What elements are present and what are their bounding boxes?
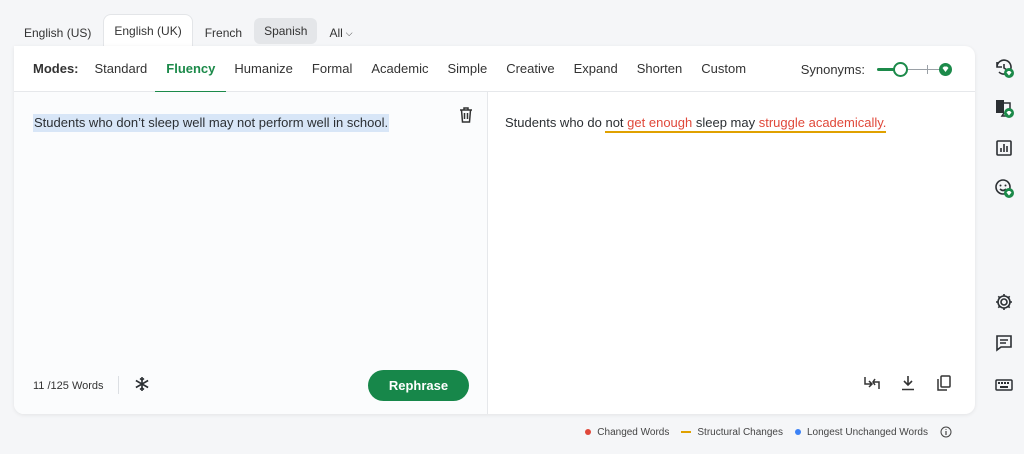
legend-label: Structural Changes: [697, 426, 783, 438]
output-actions: [863, 374, 953, 392]
synonyms-control: Synonyms:: [801, 46, 953, 92]
keyboard-icon[interactable]: [994, 375, 1014, 395]
rephrase-button[interactable]: Rephrase: [368, 370, 469, 401]
copy-icon[interactable]: [935, 374, 953, 392]
freeze-snowflake-icon[interactable]: [134, 376, 150, 392]
mode-simple[interactable]: Simple: [447, 46, 487, 92]
mode-fluency[interactable]: Fluency: [155, 46, 227, 93]
output-pane[interactable]: Students who do not get enough sleep may…: [489, 92, 975, 414]
legend-structural: Structural Changes: [681, 427, 783, 438]
premium-diamond-icon: [939, 63, 952, 76]
mode-academic[interactable]: Academic: [371, 46, 428, 92]
legend-changed: Changed Words: [585, 427, 669, 438]
output-segment: Students who do: [505, 115, 606, 130]
changed-word[interactable]: get enough: [627, 115, 692, 130]
modes-bar: Modes: Standard Fluency Humanize Formal …: [14, 46, 975, 93]
modes-label: Modes:: [33, 61, 79, 76]
translate-icon[interactable]: [994, 98, 1014, 118]
mode-humanize[interactable]: Humanize: [234, 46, 293, 92]
mode-shorten[interactable]: Shorten: [637, 46, 683, 92]
download-icon[interactable]: [899, 374, 917, 392]
input-pane[interactable]: Students who don’t sleep well may not pe…: [14, 92, 488, 414]
mode-expand[interactable]: Expand: [574, 46, 618, 92]
slider-tick: [927, 65, 928, 74]
legend-label: Longest Unchanged Words: [806, 426, 928, 438]
info-icon[interactable]: [940, 426, 952, 438]
blue-dot-icon: [794, 429, 801, 435]
paraphraser-card: Modes: Standard Fluency Humanize Formal …: [14, 46, 975, 414]
feedback-icon[interactable]: [994, 333, 1014, 353]
word-count: 11 /125 Words: [33, 380, 104, 392]
lang-tab-all[interactable]: All ⌵: [319, 19, 362, 47]
slider-thumb[interactable]: [893, 62, 908, 77]
compare-icon[interactable]: [863, 374, 881, 392]
structural-change-span: not get enough sleep may struggle academ…: [605, 115, 887, 133]
legend: Changed Words Structural Changes Longest…: [585, 426, 952, 438]
lang-tab-english-uk[interactable]: English (UK): [103, 14, 193, 47]
mode-custom[interactable]: Custom: [701, 46, 746, 92]
synonyms-slider[interactable]: [877, 61, 953, 77]
lang-all-label: All: [329, 26, 343, 40]
mode-standard[interactable]: Standard: [95, 46, 148, 92]
lang-tab-french[interactable]: French: [195, 19, 252, 47]
orange-dash-icon: [681, 431, 692, 433]
history-icon[interactable]: [994, 58, 1014, 78]
statistics-icon[interactable]: [994, 138, 1014, 158]
output-segment: not: [605, 115, 624, 130]
red-dot-icon: [585, 429, 592, 435]
mode-formal[interactable]: Formal: [312, 46, 352, 92]
synonyms-label: Synonyms:: [800, 61, 865, 77]
output-text[interactable]: Students who do not get enough sleep may…: [505, 114, 887, 133]
settings-icon[interactable]: [994, 292, 1014, 312]
divider: [118, 376, 119, 394]
output-segment: sleep may: [692, 115, 759, 130]
trash-icon[interactable]: [458, 106, 474, 124]
mode-creative[interactable]: Creative: [506, 46, 554, 92]
tone-icon[interactable]: [994, 178, 1014, 198]
changed-word[interactable]: struggle academically.: [759, 115, 887, 130]
lang-tab-spanish[interactable]: Spanish: [254, 18, 318, 44]
legend-unchanged: Longest Unchanged Words: [794, 426, 928, 438]
legend-label: Changed Words: [597, 426, 670, 438]
input-text[interactable]: Students who don’t sleep well may not pe…: [33, 114, 390, 132]
language-tabs: English (US) English (UK) French Spanish…: [14, 14, 363, 47]
chevron-down-icon: ⌵: [345, 27, 353, 38]
lang-tab-english-us[interactable]: English (US): [14, 19, 101, 47]
